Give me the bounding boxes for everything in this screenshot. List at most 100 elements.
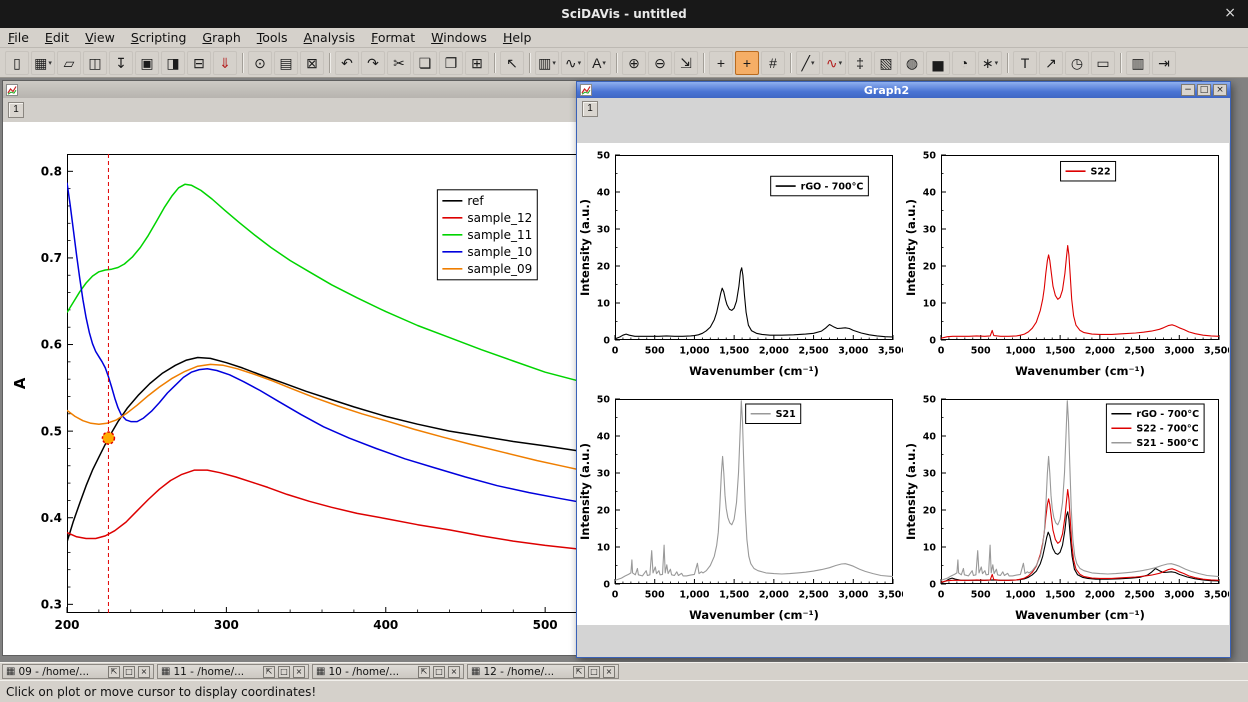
- move-data-points-button[interactable]: #: [761, 51, 785, 75]
- zoom-out-button[interactable]: ⊖: [648, 51, 672, 75]
- svg-text:2,500: 2,500: [1125, 590, 1155, 601]
- svg-text:Intensity (a.u.): Intensity (a.u.): [578, 443, 592, 540]
- save-template-button[interactable]: ◨: [161, 51, 185, 75]
- undo-button[interactable]: ↶: [335, 51, 359, 75]
- taskbar-tab[interactable]: ▦12 - /home/...⇱□×: [467, 664, 619, 679]
- raman-chart-s22[interactable]: 05001,0001,5002,0002,5003,0003,500010203…: [903, 143, 1229, 381]
- curve-style-button[interactable]: ∿▾: [561, 51, 585, 75]
- menu-file[interactable]: File: [0, 29, 37, 46]
- svg-text:40: 40: [923, 187, 937, 198]
- text-format-icon: A: [592, 56, 601, 70]
- add-error-bars-button[interactable]: ‡: [848, 51, 872, 75]
- zoom-in-button[interactable]: ⊕: [622, 51, 646, 75]
- plot-pie-button[interactable]: ◔: [952, 51, 976, 75]
- close-button[interactable]: ×: [293, 666, 305, 678]
- raman-chart-combined[interactable]: 05001,0001,5002,0002,5003,0003,500010203…: [903, 387, 1229, 625]
- restore-button[interactable]: ⇱: [108, 666, 120, 678]
- open-project-button[interactable]: ▱: [57, 51, 81, 75]
- print-preview-button[interactable]: ⊙: [248, 51, 272, 75]
- raman-chart-rgo700[interactable]: 05001,0001,5002,0002,5003,0003,500010203…: [577, 143, 903, 381]
- lock-toolbars-button[interactable]: ⊠: [300, 51, 324, 75]
- add-image-button[interactable]: ▧: [874, 51, 898, 75]
- menu-edit[interactable]: Edit: [37, 29, 77, 46]
- maximize-button[interactable]: □: [433, 666, 445, 678]
- export-table-button[interactable]: ⊞: [465, 51, 489, 75]
- open-template-button[interactable]: ◫: [83, 51, 107, 75]
- plot-histogram-button[interactable]: ▅: [926, 51, 950, 75]
- menu-view[interactable]: View: [77, 29, 123, 46]
- maximize-button[interactable]: □: [278, 666, 290, 678]
- new-table-button[interactable]: ▦▾: [31, 51, 55, 75]
- maximize-button[interactable]: □: [123, 666, 135, 678]
- close-button[interactable]: ×: [138, 666, 150, 678]
- svg-text:2,000: 2,000: [759, 346, 789, 357]
- add-image-icon: ▧: [879, 56, 892, 70]
- close-button[interactable]: ×: [448, 666, 460, 678]
- table-icon: ▦: [161, 667, 170, 677]
- graph2-window[interactable]: Graph2 −□× 1 05001,0001,5002,0002,5003,0…: [576, 81, 1231, 658]
- menu-analysis[interactable]: Analysis: [296, 29, 364, 46]
- svg-text:0.6: 0.6: [41, 338, 62, 352]
- raman-chart-s21[interactable]: 05001,0001,5002,0002,5003,0003,500010203…: [577, 387, 903, 625]
- maximize-button[interactable]: □: [588, 666, 600, 678]
- close-button[interactable]: ×: [603, 666, 615, 678]
- table-options-button[interactable]: ▥▾: [535, 51, 559, 75]
- screen-reader-button[interactable]: +: [709, 51, 733, 75]
- layer-button[interactable]: 1: [8, 102, 24, 118]
- add-arrow-button[interactable]: ↗: [1039, 51, 1063, 75]
- layer-button[interactable]: 1: [582, 101, 598, 117]
- taskbar-tab[interactable]: ▦09 - /home/...⇱□×: [2, 664, 154, 679]
- svg-text:10: 10: [597, 542, 611, 553]
- close-button[interactable]: ×: [1213, 84, 1227, 96]
- restore-button[interactable]: ⇱: [418, 666, 430, 678]
- export-table-icon: ⊞: [471, 56, 483, 70]
- taskbar-tab[interactable]: ▦11 - /home/...⇱□×: [157, 664, 309, 679]
- maximize-button[interactable]: □: [1197, 84, 1211, 96]
- add-column-button[interactable]: ⇥: [1152, 51, 1176, 75]
- menu-format[interactable]: Format: [363, 29, 423, 46]
- new-legend-button[interactable]: ▭: [1091, 51, 1115, 75]
- rescale-to-show-all-button[interactable]: ⇲: [674, 51, 698, 75]
- restore-button[interactable]: ⇱: [573, 666, 585, 678]
- text-format-button[interactable]: A▾: [587, 51, 611, 75]
- draw-line-button[interactable]: ╱▾: [796, 51, 820, 75]
- restore-button[interactable]: ⇱: [263, 666, 275, 678]
- svg-text:20: 20: [597, 261, 611, 272]
- svg-text:10: 10: [923, 542, 937, 553]
- project-explorer-button[interactable]: ▤: [274, 51, 298, 75]
- redo-button[interactable]: ↷: [361, 51, 385, 75]
- cut-button[interactable]: ✂: [387, 51, 411, 75]
- print-button[interactable]: ⊟: [187, 51, 211, 75]
- taskbar-tab[interactable]: ▦10 - /home/...⇱□×: [312, 664, 464, 679]
- svg-text:3,500: 3,500: [1204, 590, 1229, 601]
- data-reader-button[interactable]: +: [735, 51, 759, 75]
- import-ascii-button[interactable]: ↧: [109, 51, 133, 75]
- svg-text:0: 0: [938, 346, 945, 357]
- graph2-titlebar[interactable]: Graph2 −□×: [577, 82, 1230, 98]
- menu-tools[interactable]: Tools: [249, 29, 296, 46]
- minimize-button[interactable]: −: [1181, 84, 1195, 96]
- paste-button[interactable]: ❐: [439, 51, 463, 75]
- new-project-button[interactable]: ▯: [5, 51, 29, 75]
- save-project-button[interactable]: ▣: [135, 51, 159, 75]
- menu-graph[interactable]: Graph: [194, 29, 248, 46]
- plot-wizard-button[interactable]: ∗▾: [978, 51, 1002, 75]
- uvvis-absorbance-chart[interactable]: 2003004005000.30.40.50.60.70.8Arefsample…: [3, 122, 603, 655]
- add-text-button[interactable]: T: [1013, 51, 1037, 75]
- pointer-button[interactable]: ↖: [500, 51, 524, 75]
- add-timestamp-button[interactable]: ◷: [1065, 51, 1089, 75]
- copy-button[interactable]: ❏: [413, 51, 437, 75]
- add-curve-button[interactable]: ∿▾: [822, 51, 846, 75]
- menu-windows[interactable]: Windows: [423, 29, 495, 46]
- print-icon: ⊟: [193, 56, 205, 70]
- plot-3d-button[interactable]: ◍: [900, 51, 924, 75]
- svg-text:1,000: 1,000: [1005, 346, 1035, 357]
- table-icon: ▦: [6, 667, 15, 677]
- svg-text:0: 0: [929, 579, 936, 590]
- close-icon[interactable]: ×: [1224, 5, 1236, 21]
- export-pdf-button[interactable]: ⇓: [213, 51, 237, 75]
- svg-text:3,500: 3,500: [878, 590, 903, 601]
- show-columns-button[interactable]: ▥: [1126, 51, 1150, 75]
- menu-scripting[interactable]: Scripting: [123, 29, 195, 46]
- menu-help[interactable]: Help: [495, 29, 540, 46]
